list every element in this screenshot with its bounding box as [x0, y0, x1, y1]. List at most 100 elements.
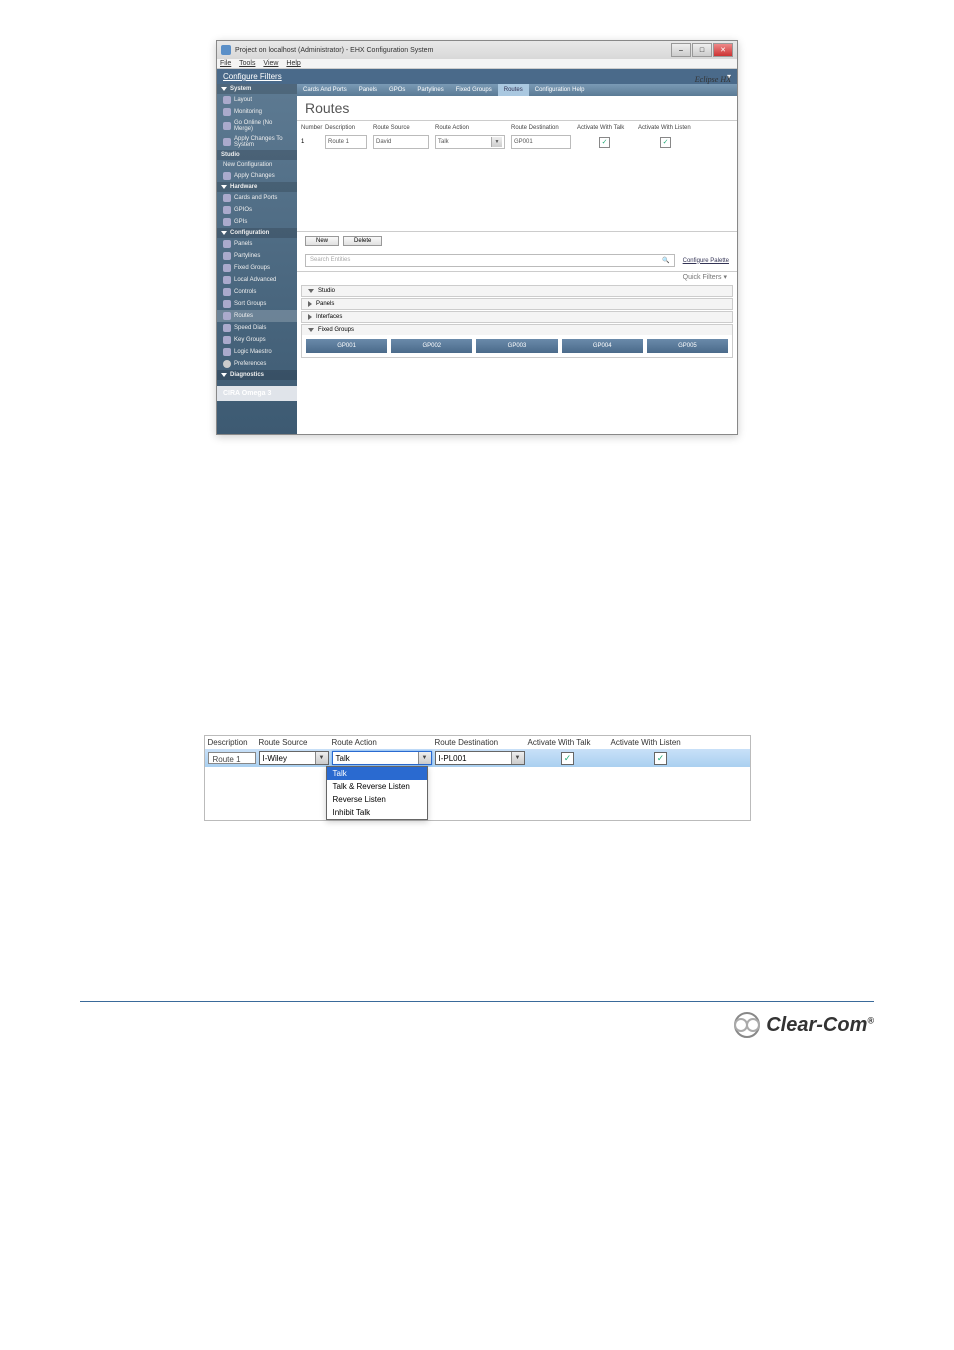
sidebar-section-configuration[interactable]: Configuration [217, 228, 297, 238]
sidebar-item-controls[interactable]: Controls [217, 286, 297, 298]
awt-checkbox[interactable]: ✓ [599, 137, 610, 148]
sidebar-item-apply-changes-system[interactable]: Apply Changes To System [217, 134, 297, 150]
sidebar-item-fixed-groups[interactable]: Fixed Groups [217, 262, 297, 274]
sidebar-item-monitoring[interactable]: Monitoring [217, 106, 297, 118]
action-select[interactable]: Talk▼ [435, 135, 505, 149]
search-row: Search Entities 🔍 Configure Palette [297, 250, 737, 272]
palette-item[interactable]: GP003 [476, 339, 557, 353]
sidebar-item-gpios[interactable]: GPIOs [217, 204, 297, 216]
chevron-down-icon: ▼ [491, 137, 502, 147]
dropdown-option[interactable]: Inhibit Talk [327, 806, 427, 819]
sidebar-item-key-groups[interactable]: Key Groups [217, 334, 297, 346]
tab-routes[interactable]: Routes [498, 84, 529, 96]
sidebar-item-logic-maestro[interactable]: Logic Maestro [217, 346, 297, 358]
menubar: File Tools View Help [217, 59, 737, 69]
palette-section-fixed-groups[interactable]: Fixed Groups [302, 325, 732, 335]
menu-help[interactable]: Help [286, 60, 300, 67]
tab-config-help[interactable]: Configuration Help [529, 84, 591, 96]
source-input[interactable]: David [373, 135, 429, 149]
sidebar-item-cards-ports[interactable]: Cards and Ports [217, 192, 297, 204]
palette-item[interactable]: GP004 [562, 339, 643, 353]
detail-row: Route 1 I-Wiley▼ Talk▼ I-PL001▼ ✓ ✓ [205, 749, 750, 767]
dropdown-option[interactable]: Talk [327, 767, 427, 780]
detail-description-input[interactable]: Route 1 [208, 752, 256, 764]
dial-icon [223, 324, 231, 332]
config-filters-label: Configure Filters [223, 72, 282, 81]
menu-file[interactable]: File [220, 60, 231, 67]
minimize-button[interactable]: – [671, 43, 691, 57]
tab-fixed-groups[interactable]: Fixed Groups [450, 84, 498, 96]
online-icon [223, 122, 231, 130]
routes-table: Number Description Route Source Route Ac… [297, 121, 737, 232]
palette-section-interfaces[interactable]: Interfaces [302, 312, 732, 322]
brand-logo: Clear-Com® [734, 1012, 874, 1038]
sidebar-item-go-online[interactable]: Go Online (No Merge) [217, 118, 297, 134]
row-number: 1 [299, 137, 321, 147]
detail-awt-checkbox[interactable]: ✓ [561, 752, 574, 765]
table-header: Number Description Route Source Route Ac… [299, 123, 735, 133]
close-button[interactable]: ✕ [713, 43, 733, 57]
destination-input[interactable]: GP001 [511, 135, 571, 149]
sidebar-item-apply-changes[interactable]: Apply Changes [217, 170, 297, 182]
description-input[interactable]: Route 1 [325, 135, 367, 149]
detail-action-select[interactable]: Talk▼ [332, 751, 432, 765]
sidebar-section-hardware[interactable]: Hardware [217, 182, 297, 192]
logo-text: Clear-Com® [766, 1014, 874, 1037]
palette-section-studio[interactable]: Studio [302, 286, 732, 296]
palette-section-panels[interactable]: Panels [302, 299, 732, 309]
page-footer: Clear-Com® [80, 1001, 874, 1038]
chevron-down-icon [221, 231, 227, 235]
search-input[interactable]: Search Entities 🔍 [305, 254, 675, 267]
apply-icon [223, 172, 231, 180]
sidebar-item-sort-groups[interactable]: Sort Groups [217, 298, 297, 310]
gear-icon [223, 360, 231, 368]
logic-icon [223, 348, 231, 356]
palette-item[interactable]: GP002 [391, 339, 472, 353]
sidebar-item-gpis[interactable]: GPIs [217, 216, 297, 228]
config-filters-bar[interactable]: Configure Filters ▾ [217, 69, 737, 84]
tab-cards-ports[interactable]: Cards And Ports [297, 84, 353, 96]
chevron-down-icon [308, 328, 314, 332]
table-row[interactable]: 1 Route 1 David Talk▼ GP001 ✓ ✓ [299, 133, 735, 151]
palette-item[interactable]: GP001 [306, 339, 387, 353]
sidebar-item-panels[interactable]: Panels [217, 238, 297, 250]
tab-gpos[interactable]: GPOs [383, 84, 411, 96]
sidebar-section-diagnostics[interactable]: Diagnostics [217, 370, 297, 380]
quick-filters[interactable]: Quick Filters ▾ [683, 274, 727, 281]
sidebar-footer: CIRA Omega 3 [217, 386, 297, 401]
sidebar-item-preferences[interactable]: Preferences [217, 358, 297, 370]
menu-tools[interactable]: Tools [239, 60, 255, 67]
detail-destination-select[interactable]: I-PL001▼ [435, 751, 525, 765]
page-title: Routes [297, 96, 737, 121]
sidebar-item-partylines[interactable]: Partylines [217, 250, 297, 262]
app-window: Project on localhost (Administrator) - E… [216, 40, 738, 435]
dropdown-option[interactable]: Talk & Reverse Listen [327, 780, 427, 793]
monitor-icon [223, 108, 231, 116]
detail-header: Description Route Source Route Action Ro… [205, 736, 750, 749]
logo-icon [734, 1012, 760, 1038]
palette: Studio Panels Interfaces Fixed Groups GP… [297, 282, 737, 361]
delete-button[interactable]: Delete [343, 236, 382, 246]
sidebar-item-local-advanced[interactable]: Local Advanced [217, 274, 297, 286]
detail-awl-checkbox[interactable]: ✓ [654, 752, 667, 765]
app-icon [221, 45, 231, 55]
new-button[interactable]: New [305, 236, 339, 246]
palette-item[interactable]: GP005 [647, 339, 728, 353]
dropdown-option[interactable]: Reverse Listen [327, 793, 427, 806]
sidebar-section-studio[interactable]: Studio [217, 150, 297, 160]
button-row: New Delete [297, 232, 737, 250]
configure-palette-link[interactable]: Configure Palette [683, 258, 729, 264]
sidebar-item-new-config[interactable]: New Configuration [217, 160, 297, 170]
sidebar-item-routes[interactable]: Routes [217, 310, 297, 322]
tab-partylines[interactable]: Partylines [411, 84, 449, 96]
detail-source-select[interactable]: I-Wiley▼ [259, 751, 329, 765]
sidebar-section-system[interactable]: System [217, 84, 297, 94]
search-icon: 🔍 [662, 257, 669, 264]
sidebar-item-layout[interactable]: Layout [217, 94, 297, 106]
sidebar-item-speed-dials[interactable]: Speed Dials [217, 322, 297, 334]
menu-view[interactable]: View [263, 60, 278, 67]
apply-icon [223, 138, 231, 146]
tab-panels[interactable]: Panels [353, 84, 383, 96]
awl-checkbox[interactable]: ✓ [660, 137, 671, 148]
maximize-button[interactable]: □ [692, 43, 712, 57]
